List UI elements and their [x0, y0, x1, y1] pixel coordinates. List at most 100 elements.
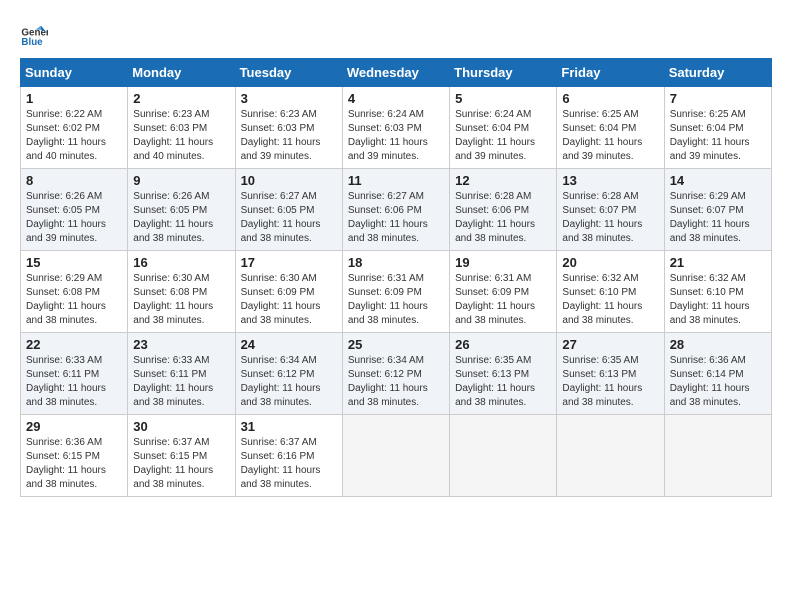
- day-info: Sunrise: 6:27 AM Sunset: 6:06 PM Dayligh…: [348, 191, 428, 244]
- day-number: 10: [241, 173, 337, 188]
- day-info: Sunrise: 6:31 AM Sunset: 6:09 PM Dayligh…: [348, 273, 428, 326]
- day-info: Sunrise: 6:37 AM Sunset: 6:15 PM Dayligh…: [133, 437, 213, 490]
- day-info: Sunrise: 6:29 AM Sunset: 6:07 PM Dayligh…: [670, 191, 750, 244]
- day-number: 27: [562, 337, 658, 352]
- calendar-cell: 10 Sunrise: 6:27 AM Sunset: 6:05 PM Dayli…: [235, 169, 342, 251]
- day-number: 29: [26, 419, 122, 434]
- day-number: 16: [133, 255, 229, 270]
- day-info: Sunrise: 6:33 AM Sunset: 6:11 PM Dayligh…: [133, 355, 213, 408]
- calendar-cell: 14 Sunrise: 6:29 AM Sunset: 6:07 PM Dayli…: [664, 169, 771, 251]
- calendar-cell: [450, 415, 557, 497]
- calendar-cell: 3Sunrise: 6:23 AM Sunset: 6:03 PM Daylig…: [235, 87, 342, 169]
- day-info: Sunrise: 6:35 AM Sunset: 6:13 PM Dayligh…: [562, 355, 642, 408]
- day-number: 13: [562, 173, 658, 188]
- day-info: Sunrise: 6:32 AM Sunset: 6:10 PM Dayligh…: [670, 273, 750, 326]
- calendar-cell: 2 Sunrise: 6:23 AM Sunset: 6:03 PM Daylig…: [128, 87, 235, 169]
- calendar-cell: 28 Sunrise: 6:36 AM Sunset: 6:14 PM Dayli…: [664, 333, 771, 415]
- day-number: 2: [133, 91, 229, 106]
- day-info: Sunrise: 6:23 AM Sunset: 6:03 PM Dayligh…: [133, 109, 213, 162]
- calendar-table: SundayMondayTuesdayWednesdayThursdayFrid…: [20, 58, 772, 497]
- week-row-1: 1 Sunrise: 6:22 AM Sunset: 6:02 PM Daylig…: [21, 87, 772, 169]
- calendar-cell: 6 Sunrise: 6:25 AM Sunset: 6:04 PM Daylig…: [557, 87, 664, 169]
- calendar-cell: 21 Sunrise: 6:32 AM Sunset: 6:10 PM Dayli…: [664, 251, 771, 333]
- day-number: 30: [133, 419, 229, 434]
- logo-icon: General Blue: [20, 20, 48, 48]
- day-info: Sunrise: 6:26 AM Sunset: 6:05 PM Dayligh…: [133, 191, 213, 244]
- day-info: Sunrise: 6:28 AM Sunset: 6:06 PM Dayligh…: [455, 191, 535, 244]
- day-info: Sunrise: 6:29 AM Sunset: 6:08 PM Dayligh…: [26, 273, 106, 326]
- day-number: 1: [26, 91, 122, 106]
- calendar-cell: 11 Sunrise: 6:27 AM Sunset: 6:06 PM Dayli…: [342, 169, 449, 251]
- day-info: Sunrise: 6:34 AM Sunset: 6:12 PM Dayligh…: [241, 355, 321, 408]
- calendar-cell: 16Sunrise: 6:30 AM Sunset: 6:08 PM Dayli…: [128, 251, 235, 333]
- logo: General Blue: [20, 20, 52, 48]
- day-header-thursday: Thursday: [450, 59, 557, 87]
- day-number: 12: [455, 173, 551, 188]
- calendar-cell: 24 Sunrise: 6:34 AM Sunset: 6:12 PM Dayli…: [235, 333, 342, 415]
- calendar-cell: 9 Sunrise: 6:26 AM Sunset: 6:05 PM Daylig…: [128, 169, 235, 251]
- calendar-cell: 19 Sunrise: 6:31 AM Sunset: 6:09 PM Dayli…: [450, 251, 557, 333]
- day-number: 22: [26, 337, 122, 352]
- day-number: 19: [455, 255, 551, 270]
- week-row-3: 15 Sunrise: 6:29 AM Sunset: 6:08 PM Dayli…: [21, 251, 772, 333]
- calendar-cell: 7Sunrise: 6:25 AM Sunset: 6:04 PM Daylig…: [664, 87, 771, 169]
- calendar-cell: 29 Sunrise: 6:36 AM Sunset: 6:15 PM Dayli…: [21, 415, 128, 497]
- day-header-friday: Friday: [557, 59, 664, 87]
- day-info: Sunrise: 6:24 AM Sunset: 6:03 PM Dayligh…: [348, 109, 428, 162]
- day-number: 15: [26, 255, 122, 270]
- svg-text:Blue: Blue: [21, 37, 43, 48]
- calendar-cell: [342, 415, 449, 497]
- day-number: 20: [562, 255, 658, 270]
- day-header-wednesday: Wednesday: [342, 59, 449, 87]
- day-number: 26: [455, 337, 551, 352]
- day-number: 17: [241, 255, 337, 270]
- day-info: Sunrise: 6:36 AM Sunset: 6:14 PM Dayligh…: [670, 355, 750, 408]
- day-info: Sunrise: 6:32 AM Sunset: 6:10 PM Dayligh…: [562, 273, 642, 326]
- day-number: 4: [348, 91, 444, 106]
- calendar-cell: 25Sunrise: 6:34 AM Sunset: 6:12 PM Dayli…: [342, 333, 449, 415]
- day-number: 18: [348, 255, 444, 270]
- day-number: 8: [26, 173, 122, 188]
- day-info: Sunrise: 6:22 AM Sunset: 6:02 PM Dayligh…: [26, 109, 106, 162]
- header: General Blue: [20, 20, 772, 48]
- day-number: 11: [348, 173, 444, 188]
- calendar-cell: 17Sunrise: 6:30 AM Sunset: 6:09 PM Dayli…: [235, 251, 342, 333]
- day-number: 31: [241, 419, 337, 434]
- day-info: Sunrise: 6:27 AM Sunset: 6:05 PM Dayligh…: [241, 191, 321, 244]
- day-info: Sunrise: 6:25 AM Sunset: 6:04 PM Dayligh…: [562, 109, 642, 162]
- day-info: Sunrise: 6:24 AM Sunset: 6:04 PM Dayligh…: [455, 109, 535, 162]
- day-number: 6: [562, 91, 658, 106]
- day-info: Sunrise: 6:33 AM Sunset: 6:11 PM Dayligh…: [26, 355, 106, 408]
- calendar-cell: 12 Sunrise: 6:28 AM Sunset: 6:06 PM Dayli…: [450, 169, 557, 251]
- day-info: Sunrise: 6:31 AM Sunset: 6:09 PM Dayligh…: [455, 273, 535, 326]
- day-number: 25: [348, 337, 444, 352]
- days-header-row: SundayMondayTuesdayWednesdayThursdayFrid…: [21, 59, 772, 87]
- day-info: Sunrise: 6:36 AM Sunset: 6:15 PM Dayligh…: [26, 437, 106, 490]
- day-number: 23: [133, 337, 229, 352]
- day-header-saturday: Saturday: [664, 59, 771, 87]
- calendar-cell: 26 Sunrise: 6:35 AM Sunset: 6:13 PM Dayli…: [450, 333, 557, 415]
- calendar-cell: [557, 415, 664, 497]
- day-info: Sunrise: 6:37 AM Sunset: 6:16 PM Dayligh…: [241, 437, 321, 490]
- day-number: 9: [133, 173, 229, 188]
- day-number: 7: [670, 91, 766, 106]
- day-header-tuesday: Tuesday: [235, 59, 342, 87]
- day-number: 21: [670, 255, 766, 270]
- day-info: Sunrise: 6:23 AM Sunset: 6:03 PM Dayligh…: [241, 109, 321, 162]
- calendar-cell: 15 Sunrise: 6:29 AM Sunset: 6:08 PM Dayli…: [21, 251, 128, 333]
- day-number: 24: [241, 337, 337, 352]
- calendar-cell: 1 Sunrise: 6:22 AM Sunset: 6:02 PM Daylig…: [21, 87, 128, 169]
- calendar-cell: 13Sunrise: 6:28 AM Sunset: 6:07 PM Dayli…: [557, 169, 664, 251]
- calendar-cell: 27 Sunrise: 6:35 AM Sunset: 6:13 PM Dayli…: [557, 333, 664, 415]
- calendar-cell: 4 Sunrise: 6:24 AM Sunset: 6:03 PM Daylig…: [342, 87, 449, 169]
- calendar-cell: 30 Sunrise: 6:37 AM Sunset: 6:15 PM Dayli…: [128, 415, 235, 497]
- calendar-cell: 18 Sunrise: 6:31 AM Sunset: 6:09 PM Dayli…: [342, 251, 449, 333]
- calendar-cell: 8Sunrise: 6:26 AM Sunset: 6:05 PM Daylig…: [21, 169, 128, 251]
- day-header-sunday: Sunday: [21, 59, 128, 87]
- day-info: Sunrise: 6:35 AM Sunset: 6:13 PM Dayligh…: [455, 355, 535, 408]
- day-number: 14: [670, 173, 766, 188]
- calendar-cell: 22 Sunrise: 6:33 AM Sunset: 6:11 PM Dayli…: [21, 333, 128, 415]
- week-row-2: 8 Sunrise: 6:26 AM Sunset: 6:05 PM Daylig…: [21, 169, 772, 251]
- day-number: 5: [455, 91, 551, 106]
- day-number: 28: [670, 337, 766, 352]
